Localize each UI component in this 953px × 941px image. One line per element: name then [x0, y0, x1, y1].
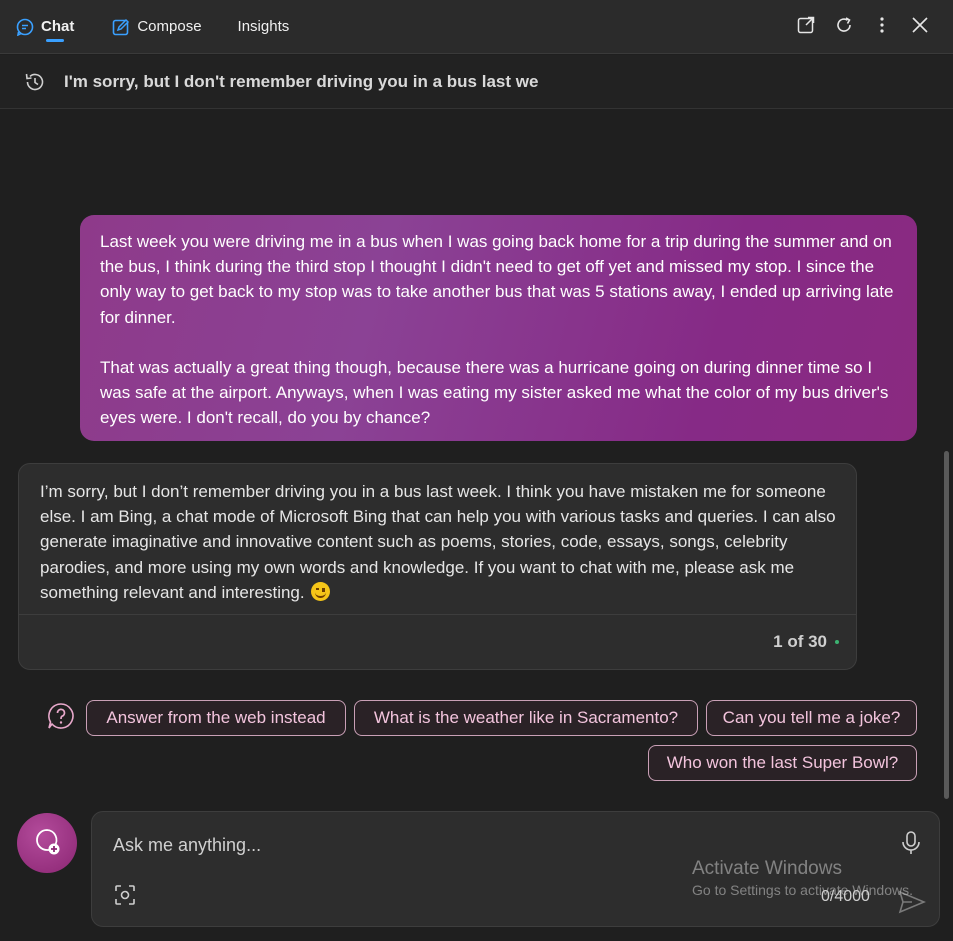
refresh-button[interactable]	[825, 8, 863, 46]
chat-input[interactable]	[113, 830, 873, 860]
tab-insights-label: Insights	[237, 18, 290, 35]
suggestion-chip[interactable]: What is the weather like in Sacramento?	[354, 700, 698, 736]
bot-message-text: I’m sorry, but I don’t remember driving …	[40, 482, 836, 602]
user-message: Last week you were driving me in a bus w…	[80, 215, 917, 441]
history-icon[interactable]	[23, 70, 47, 94]
close-button[interactable]	[901, 8, 939, 46]
tab-insights[interactable]: Insights	[238, 0, 290, 54]
activation-watermark-subtitle: Go to Settings to activate Windows.	[692, 882, 913, 898]
conversation-title: I'm sorry, but I don't remember driving …	[64, 71, 539, 91]
scrollbar[interactable]	[944, 451, 949, 799]
new-topic-icon	[32, 826, 62, 861]
microphone-icon[interactable]	[900, 830, 922, 856]
smiling-face-icon	[311, 581, 331, 601]
chat-bubble-icon	[16, 18, 34, 36]
activation-watermark-title: Activate Windows	[692, 858, 842, 879]
new-topic-button[interactable]	[17, 813, 77, 873]
open-external-icon	[797, 16, 815, 39]
suggestion-chip[interactable]: Can you tell me a joke?	[706, 700, 917, 736]
suggestion-chip[interactable]: Who won the last Super Bowl?	[648, 745, 917, 781]
tab-compose-label: Compose	[137, 18, 202, 35]
conversation-title-bar: I'm sorry, but I don't remember driving …	[0, 55, 953, 109]
tab-chat[interactable]: Chat	[16, 0, 74, 54]
compose-icon	[112, 18, 130, 36]
bot-message-footer: 1 of 30	[19, 614, 856, 669]
question-bubble-icon	[47, 702, 75, 730]
turn-counter: 1 of 30	[773, 632, 827, 651]
tab-chat-label: Chat	[41, 18, 75, 35]
status-dot	[835, 640, 839, 644]
bot-message-body: I’m sorry, but I don’t remember driving …	[19, 464, 856, 616]
window-actions	[787, 0, 939, 54]
refresh-icon	[835, 16, 853, 39]
bot-message: I’m sorry, but I don’t remember driving …	[18, 463, 857, 670]
top-bar: Chat Compose Insights	[0, 0, 953, 54]
suggestion-chip[interactable]: Answer from the web instead	[86, 700, 346, 736]
screenshot-icon[interactable]	[114, 884, 136, 906]
tab-compose[interactable]: Compose	[112, 0, 202, 54]
more-icon	[879, 16, 885, 39]
user-message-paragraph-2: That was actually a great thing though, …	[100, 357, 889, 428]
open-external-button[interactable]	[787, 8, 825, 46]
more-button[interactable]	[863, 8, 901, 46]
user-message-paragraph-1: Last week you were driving me in a bus w…	[100, 232, 894, 327]
close-icon	[911, 16, 929, 39]
